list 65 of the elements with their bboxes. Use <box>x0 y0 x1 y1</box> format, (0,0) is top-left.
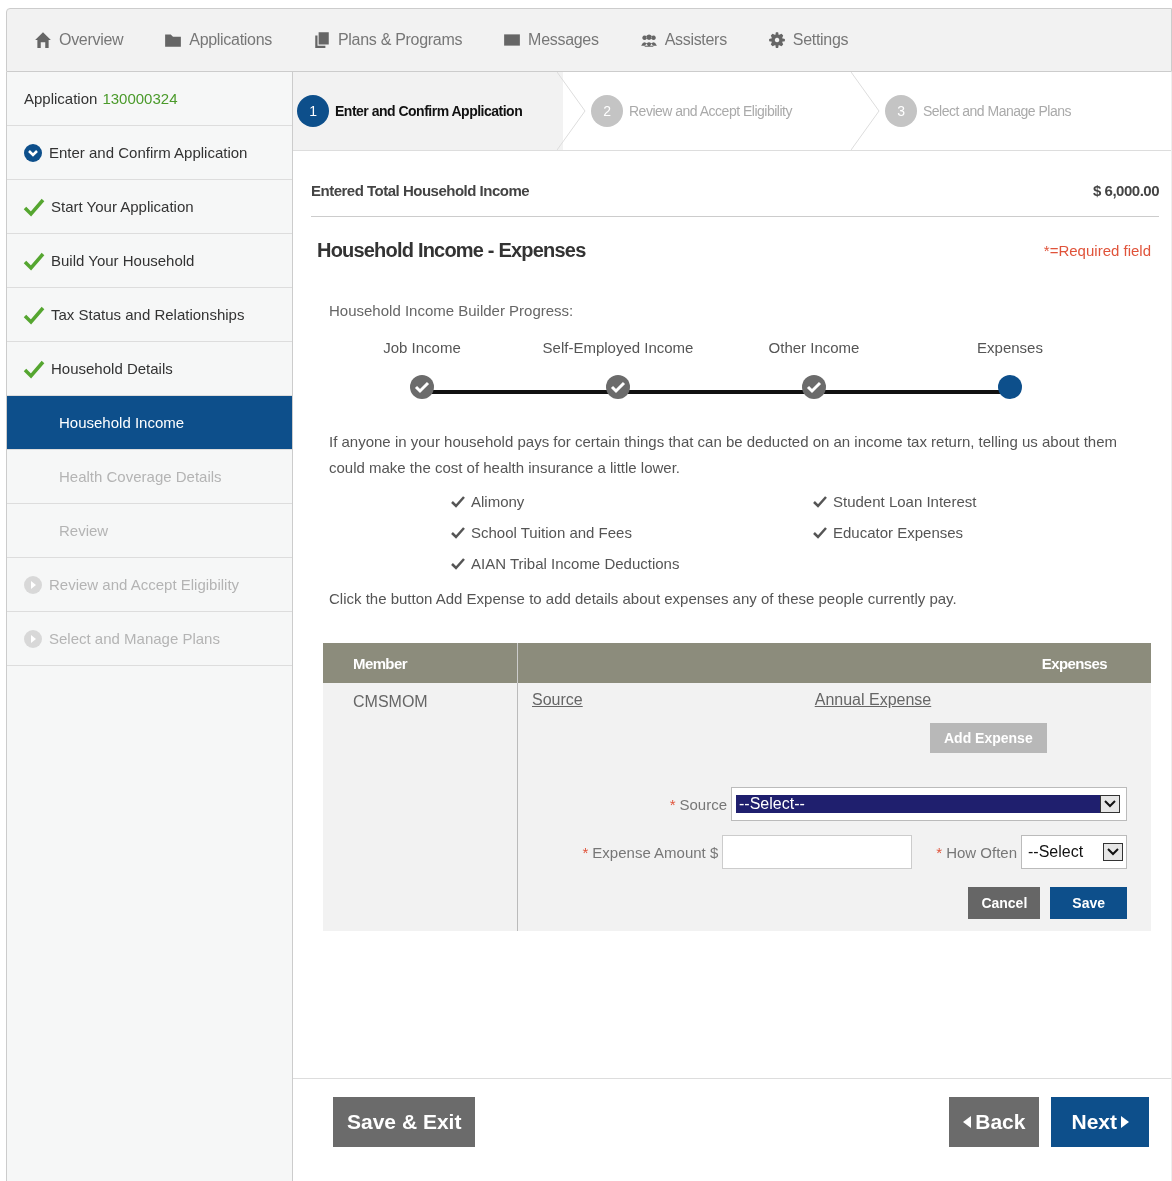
check-icon <box>451 557 465 570</box>
nav-link[interactable]: Applications <box>163 31 272 49</box>
intro-text: If anyone in your household pays for certain things that can be deducted on an income tax return, telling us about them could make the cost of health insurance a little lower. <box>329 432 1118 478</box>
home-icon <box>33 31 53 49</box>
sidebar-item[interactable]: Build Your Household <box>7 234 292 288</box>
sidebar-item[interactable]: Enter and Confirm Application <box>7 126 292 180</box>
frequency-select[interactable]: --Select <box>1021 835 1127 869</box>
cancel-button[interactable]: Cancel <box>968 887 1041 919</box>
progress-step: 1 Enter and Confirm Application <box>293 72 563 150</box>
caret-icon <box>1100 795 1120 813</box>
deduction-item: School Tuition and Fees <box>471 524 632 541</box>
field-label: How Often <box>946 843 1017 861</box>
stage-label: Job Income <box>383 339 461 356</box>
nav-link[interactable]: Assisters <box>638 31 727 49</box>
section-title: Household Income - Expenses <box>317 239 586 262</box>
sidebar-item[interactable]: Household Income <box>7 396 292 450</box>
column-link[interactable]: Annual Expense <box>814 691 932 709</box>
folder-icon <box>163 31 184 49</box>
field-label: Source <box>679 795 727 813</box>
right-triangle-icon <box>1121 1116 1129 1128</box>
required-note: *=Required field <box>1043 242 1151 259</box>
deduction-item: Alimony <box>471 493 525 510</box>
deduction-item: Student Loan Interest <box>833 493 977 510</box>
sidebar-item[interactable]: Start Your Application <box>7 180 292 234</box>
check-icon <box>813 526 827 539</box>
required-mark: * <box>582 843 589 861</box>
nav-link[interactable]: Settings <box>766 31 849 49</box>
deduction-item: Educator Expenses <box>833 524 964 541</box>
total-income-value: $ 6,000.00 <box>1093 182 1159 199</box>
check-icon <box>451 495 465 508</box>
progress-step: 3 Select and Manage Plans <box>881 72 1151 150</box>
application-number: 130000324 <box>102 90 178 107</box>
gear-icon <box>766 31 787 49</box>
check-icon <box>451 526 465 539</box>
stage-label: Other Income <box>768 339 860 356</box>
required-mark: * <box>669 795 676 813</box>
save-exit-button[interactable]: Save & Exit <box>333 1097 476 1147</box>
progress-label: Household Income Builder Progress: <box>329 302 575 319</box>
column-header: Member <box>323 643 518 683</box>
envelope-icon <box>502 31 523 49</box>
column-header: Expenses <box>1040 654 1108 674</box>
total-income-label: Entered Total Household Income <box>311 182 530 199</box>
back-button[interactable]: Back <box>949 1097 1040 1147</box>
member-name: CMSMOM <box>323 683 518 931</box>
source-select[interactable]: --Select-- <box>731 787 1127 821</box>
column-link[interactable]: Source <box>532 691 583 709</box>
amount-field[interactable] <box>722 835 913 869</box>
progress-step: 2 Review and Accept Eligibility <box>587 72 857 150</box>
application-label: Application <box>24 90 98 107</box>
people-icon <box>638 31 659 49</box>
deduction-item: AIAN Tribal Income Deductions <box>471 555 680 572</box>
left-triangle-icon <box>963 1116 972 1128</box>
nav-link[interactable]: Plans & Programs <box>311 31 463 49</box>
save-button[interactable]: Save <box>1050 887 1127 919</box>
next-button[interactable]: Next <box>1051 1097 1149 1147</box>
nav-link[interactable]: Messages <box>502 31 599 49</box>
instruction-text: Click the button Add Expense to add details about expenses any of these people currently pay. <box>329 590 958 607</box>
sidebar-item[interactable]: Tax Status and Relationships <box>7 288 292 342</box>
required-mark: * <box>936 843 943 861</box>
caret-icon <box>1103 843 1123 861</box>
stage-label: Expenses <box>977 339 1043 356</box>
stage-label: Self-Employed Income <box>542 339 694 356</box>
check-icon <box>813 495 827 508</box>
nav-link[interactable]: Overview <box>33 31 124 49</box>
field-label: Expense Amount $ <box>592 843 719 861</box>
